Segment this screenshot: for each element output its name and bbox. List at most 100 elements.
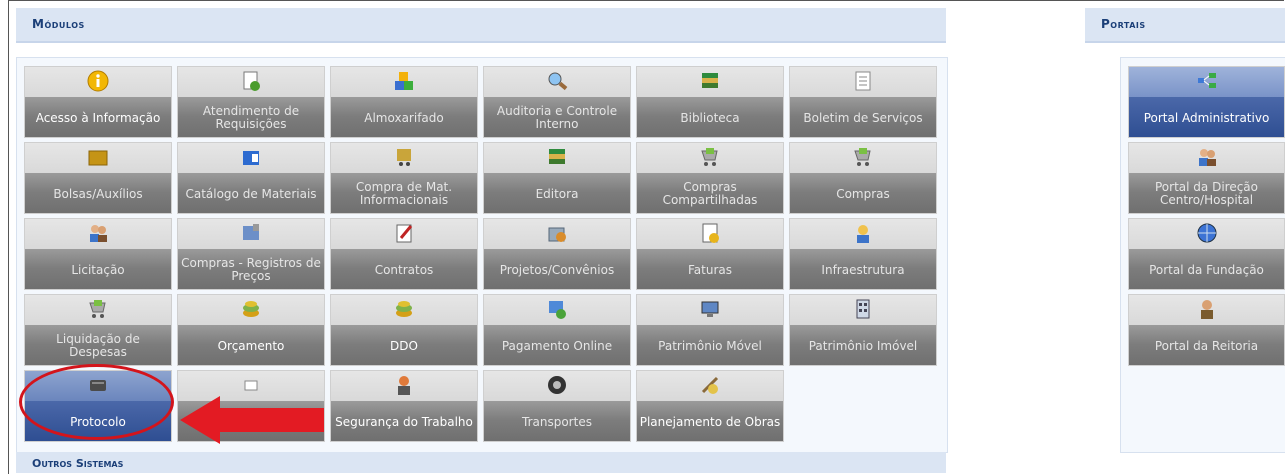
- person-icon: [1196, 298, 1218, 320]
- module-tile-compras[interactable]: Compras: [789, 142, 937, 214]
- safety-worker-icon: [393, 374, 415, 396]
- online-payment-icon: [546, 298, 568, 320]
- module-label: Infraestrutura: [821, 262, 905, 277]
- module-label: Orçamento: [217, 338, 285, 353]
- module-tile-licitacao[interactable]: Licitação: [24, 218, 172, 290]
- contract-pen-icon: [393, 222, 415, 244]
- books-icon: [546, 146, 568, 168]
- module-label: Acesso à Informação: [35, 110, 161, 125]
- module-label: Compras: [836, 186, 890, 201]
- module-tile-bolsas-auxilios[interactable]: Bolsas/Auxílios: [24, 142, 172, 214]
- module-label: Editora: [535, 186, 579, 201]
- module-label: Patrimônio Móvel: [658, 338, 762, 353]
- boxes-icon: [393, 70, 415, 92]
- folder-icon: [87, 146, 109, 168]
- module-label: Transportes: [522, 414, 592, 429]
- register-icon: [240, 222, 262, 244]
- outros-sistemas-header: Outros Sistemas: [16, 452, 946, 473]
- module-tile-patrimonio-imovel[interactable]: Patrimônio Imóvel: [789, 294, 937, 366]
- construction-icon: [699, 374, 721, 396]
- computer-icon: [699, 298, 721, 320]
- bulletin-icon: [852, 70, 874, 92]
- modulos-title: Módulos: [32, 17, 85, 31]
- module-label: Bolsas/Auxílios: [53, 186, 143, 201]
- info-icon: [87, 70, 109, 92]
- module-label: Liquidação de Despesas: [56, 332, 140, 359]
- book-cart-icon: [393, 146, 415, 168]
- module-label: Planejamento de Obras: [639, 414, 781, 429]
- module-tile-boletim-de-servicos[interactable]: Boletim de Serviços: [789, 66, 937, 138]
- module-tile-infraestrutura[interactable]: Infraestrutura: [789, 218, 937, 290]
- people-icon: [1196, 146, 1218, 168]
- module-tile-compras-compartilhadas[interactable]: Compras Compartilhadas: [636, 142, 784, 214]
- module-tile-editora[interactable]: Editora: [483, 142, 631, 214]
- module-label: Protocolo: [70, 414, 126, 429]
- module-tile-catalogo-de-materiais[interactable]: Catálogo de Materiais: [177, 142, 325, 214]
- coins-icon: [240, 298, 262, 320]
- projects-icon: [546, 222, 568, 244]
- module-tile-protocolo[interactable]: Protocolo: [24, 370, 172, 442]
- portal-tile-portal-da-direcao-centro-hospital[interactable]: Portal da Direção Centro/Hospital: [1128, 142, 1285, 214]
- module-label: Licitação: [71, 262, 125, 277]
- module-label: Compras Compartilhadas: [662, 180, 758, 207]
- module-label: Faturas: [687, 262, 732, 277]
- module-label: Segurança do Trabalho: [335, 414, 473, 429]
- module-tile-projetos-convenios[interactable]: Projetos/Convênios: [483, 218, 631, 290]
- module-tile-liquidacao-de-despesas[interactable]: Liquidação de Despesas: [24, 294, 172, 366]
- module-tile-compra-de-mat-informacionais[interactable]: Compra de Mat. Informacionais: [330, 142, 478, 214]
- module-label: Patrimônio Imóvel: [808, 338, 918, 353]
- module-label: Pagamento Online: [501, 338, 613, 353]
- document-check-icon: [240, 70, 262, 92]
- module-tile-biblioteca[interactable]: Biblioteca: [636, 66, 784, 138]
- module-tile-atendimento-de-requisicoes[interactable]: Atendimento de Requisições: [177, 66, 325, 138]
- module-tile-contratos[interactable]: Contratos: [330, 218, 478, 290]
- module-label: Almoxarifado: [364, 110, 444, 125]
- module-tile-seguranca-do-trabalho[interactable]: Segurança do Trabalho: [330, 370, 478, 442]
- people-icon: [87, 222, 109, 244]
- catalog-icon: [240, 146, 262, 168]
- portal-tile-portal-da-reitoria[interactable]: Portal da Reitoria: [1128, 294, 1285, 366]
- module-label: Atendimento de Requisições: [202, 104, 300, 131]
- module-tile-restaurante[interactable]: Restaurante: [177, 370, 325, 442]
- modulos-header: Módulos: [16, 8, 946, 43]
- module-label: Boletim de Serviços: [803, 110, 923, 125]
- portal-tile-portal-administrativo[interactable]: Portal Administrativo: [1128, 66, 1285, 138]
- module-tile-faturas[interactable]: Faturas: [636, 218, 784, 290]
- module-label: Contratos: [374, 262, 434, 277]
- module-label: Auditoria e Controle Interno: [496, 104, 618, 131]
- module-tile-ddo[interactable]: DDO: [330, 294, 478, 366]
- books-icon: [699, 70, 721, 92]
- coins-icon: [393, 298, 415, 320]
- globe-icon: [1196, 222, 1218, 244]
- module-tile-pagamento-online[interactable]: Pagamento Online: [483, 294, 631, 366]
- module-label: Compras - Registros de Preços: [181, 256, 321, 283]
- module-tile-transportes[interactable]: Transportes: [483, 370, 631, 442]
- portais-title: Portais: [1101, 17, 1146, 31]
- magnifier-person-icon: [546, 70, 568, 92]
- module-tile-acesso-a-informacao[interactable]: Acesso à Informação: [24, 66, 172, 138]
- portal-tile-portal-da-fundacao[interactable]: Portal da Fundação: [1128, 218, 1285, 290]
- portal-label: Portal da Reitoria: [1154, 338, 1259, 353]
- cart-icon: [699, 146, 721, 168]
- outros-sistemas-title: Outros Sistemas: [32, 457, 124, 470]
- portal-label: Portal da Direção Centro/Hospital: [1155, 180, 1258, 207]
- module-tile-planejamento-de-obras[interactable]: Planejamento de Obras: [636, 370, 784, 442]
- module-label: DDO: [390, 338, 418, 353]
- module-tile-patrimonio-movel[interactable]: Patrimônio Móvel: [636, 294, 784, 366]
- module-label: Compra de Mat. Informacionais: [355, 180, 453, 207]
- module-tile-auditoria-e-controle-interno[interactable]: Auditoria e Controle Interno: [483, 66, 631, 138]
- cart-icon: [852, 146, 874, 168]
- module-tile-almoxarifado[interactable]: Almoxarifado: [330, 66, 478, 138]
- worker-icon: [852, 222, 874, 244]
- coffee-cup-icon: [240, 374, 262, 396]
- network-icon: [1196, 70, 1218, 92]
- module-label: Restaurante: [214, 414, 288, 429]
- portais-header: Portais: [1085, 8, 1285, 43]
- portal-label: Portal Administrativo: [1143, 110, 1270, 125]
- module-tile-compras-registros-de-precos[interactable]: Compras - Registros de Preços: [177, 218, 325, 290]
- module-label: Projetos/Convênios: [499, 262, 615, 277]
- module-tile-orcamento[interactable]: Orçamento: [177, 294, 325, 366]
- building-icon: [852, 298, 874, 320]
- cart-icon: [87, 298, 109, 320]
- wheel-icon: [546, 374, 568, 396]
